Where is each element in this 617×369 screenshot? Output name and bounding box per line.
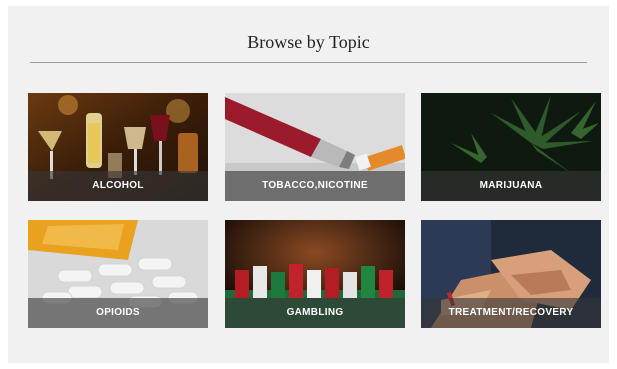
topic-tile-marijuana[interactable]: MARIJUANA [421, 93, 601, 201]
page-title: Browse by Topic [247, 32, 370, 52]
browse-by-topic-panel: Browse by Topic ALCOHOL TOBACCO,NICOTINE… [8, 6, 609, 363]
topic-label: TOBACCO,NICOTINE [225, 171, 405, 201]
topic-label: MARIJUANA [421, 171, 601, 201]
topic-label: ALCOHOL [28, 171, 208, 201]
topic-tile-alcohol[interactable]: ALCOHOL [28, 93, 208, 201]
topic-tile-opioids[interactable]: OPIOIDS [28, 220, 208, 328]
topic-label: OPIOIDS [28, 298, 208, 328]
topic-tile-gambling[interactable]: GAMBLING [225, 220, 405, 328]
title-divider [30, 62, 587, 63]
topic-tile-tobacco-nicotine[interactable]: TOBACCO,NICOTINE [225, 93, 405, 201]
topic-label: GAMBLING [225, 298, 405, 328]
topic-tile-treatment-recovery[interactable]: TREATMENT/RECOVERY [421, 220, 601, 328]
topic-label: TREATMENT/RECOVERY [421, 298, 601, 328]
